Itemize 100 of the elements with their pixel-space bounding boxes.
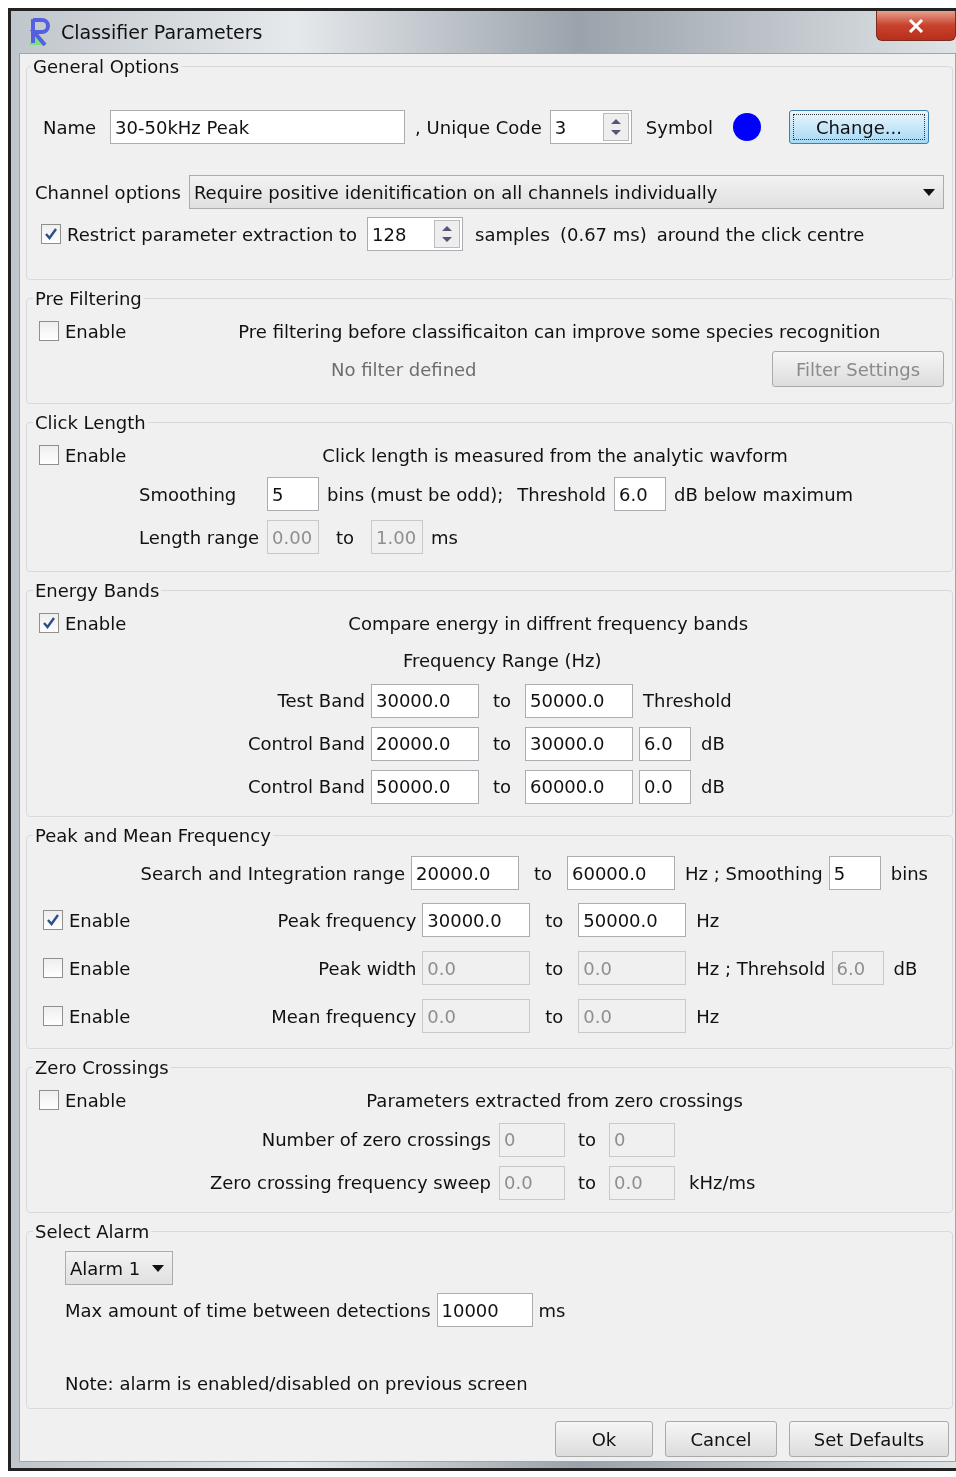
- field-label: bins (must be odd);: [327, 483, 504, 505]
- description-text: Compare energy in diffrent frequency bands: [348, 612, 749, 634]
- row-label: Search and Integration range: [139, 862, 405, 884]
- enable-checkbox[interactable]: Enable: [39, 444, 127, 466]
- field-label: samples: [475, 223, 550, 245]
- row-label: Number of zero crossings: [260, 1129, 491, 1150]
- text-field[interactable]: 20000.0: [371, 726, 479, 761]
- unit-label: Hz ; Smoothing: [685, 862, 823, 884]
- alarm-dropdown[interactable]: Alarm 1: [65, 1251, 173, 1285]
- enable-checkbox[interactable]: Enable: [39, 612, 127, 634]
- enable-checkbox[interactable]: Enable: [43, 957, 131, 979]
- field-label: Length range: [139, 526, 259, 548]
- dialog-button[interactable]: Cancel: [665, 1421, 777, 1457]
- checkbox[interactable]: [39, 613, 59, 633]
- field-label: to: [491, 776, 513, 797]
- checkbox[interactable]: [43, 958, 63, 978]
- field-label: (0.67 ms): [559, 223, 647, 245]
- unit-label: ms: [538, 1299, 566, 1321]
- checkbox[interactable]: [39, 445, 59, 465]
- spinner-field[interactable]: 3: [549, 110, 632, 144]
- checkbox[interactable]: [43, 910, 63, 930]
- text-field[interactable]: 5: [267, 477, 319, 511]
- field-label: to: [334, 526, 356, 548]
- field-label: Max amount of time between detections: [65, 1299, 431, 1321]
- row-label: Peak width: [317, 957, 417, 979]
- field-label: Symbol: [645, 116, 713, 138]
- unit-label: Hz: [696, 909, 720, 931]
- spinner-arrows-icon[interactable]: [434, 220, 461, 248]
- dialog-button[interactable]: Set Defaults: [789, 1421, 949, 1457]
- text-field[interactable]: 6.0: [613, 477, 666, 511]
- spinner-field[interactable]: 128: [367, 217, 464, 251]
- text-field[interactable]: 0.0: [639, 769, 691, 804]
- section-title: Pre Filtering: [34, 288, 143, 309]
- field-label: , Unique Code: [415, 116, 542, 138]
- text-field[interactable]: 50000.0: [578, 903, 687, 937]
- field-label: to: [532, 862, 554, 884]
- text-field[interactable]: 6.0: [639, 726, 691, 761]
- window-title: Classifier Parameters: [61, 21, 263, 43]
- row-label: Test Band: [276, 690, 365, 711]
- checkbox[interactable]: [43, 1006, 63, 1026]
- enable-checkbox[interactable]: Enable: [43, 909, 131, 931]
- row-label: Zero crossing frequency sweep: [208, 1172, 491, 1193]
- text-field[interactable]: 20000.0: [411, 856, 519, 890]
- description-text: Click length is measured from the analytic wavform: [322, 444, 788, 466]
- enable-checkbox[interactable]: Enable: [39, 320, 127, 342]
- unit-label: dB: [701, 776, 725, 797]
- dialog-button[interactable]: Ok: [555, 1421, 653, 1457]
- unit-label: dB: [701, 733, 725, 754]
- text-field[interactable]: 5: [828, 856, 881, 890]
- section-title: Select Alarm: [34, 1221, 151, 1242]
- row-label: Peak frequency: [276, 909, 417, 931]
- section-title: Zero Crossings: [34, 1057, 170, 1078]
- status-text: No filter defined: [331, 358, 477, 380]
- unit-label: dB: [893, 957, 918, 979]
- enable-checkbox[interactable]: Restrict parameter extraction to: [41, 223, 358, 245]
- section-title: Energy Bands: [34, 580, 161, 601]
- checkbox[interactable]: [39, 1090, 59, 1110]
- unit-label: Hz ; Threhsold: [696, 957, 826, 979]
- field-label: around the click centre: [656, 223, 865, 245]
- row-label: Control Band: [247, 776, 365, 797]
- note-text: Note: alarm is enabled/disabled on previous screen: [65, 1372, 528, 1394]
- text-field[interactable]: 50000.0: [525, 683, 633, 718]
- unit-label: ms: [431, 526, 458, 548]
- text-field[interactable]: 60000.0: [525, 769, 633, 804]
- caret-icon: [923, 188, 935, 196]
- channel-dropdown[interactable]: Require positive idenitification on all channels individually: [188, 175, 944, 209]
- section-title: General Options: [32, 56, 181, 77]
- field-label: dB below maximum: [673, 483, 854, 505]
- description-text: Pre filtering before classificaiton can improve some species recognition: [238, 320, 881, 342]
- text-field[interactable]: 30000.0: [525, 726, 633, 761]
- field-label: to: [544, 1005, 565, 1027]
- text-field[interactable]: 60000.0: [567, 856, 675, 890]
- name-field[interactable]: 30-50kHz Peak: [110, 110, 406, 144]
- checkbox[interactable]: [41, 224, 61, 244]
- symbol-dot: [732, 113, 761, 141]
- enable-checkbox[interactable]: Enable: [39, 1089, 127, 1111]
- text-field[interactable]: 50000.0: [371, 769, 479, 804]
- row-label: Control Band: [247, 733, 365, 754]
- unit-label: Hz: [696, 1005, 720, 1027]
- text-field[interactable]: 30000.0: [422, 903, 531, 937]
- field-label: to: [491, 733, 513, 754]
- close-button[interactable]: [876, 11, 956, 41]
- field-label: to: [576, 1172, 598, 1193]
- spinner-arrows-icon[interactable]: [602, 113, 629, 141]
- text-field[interactable]: 10000: [436, 1293, 533, 1327]
- field-label: Name: [43, 116, 97, 138]
- change-button[interactable]: Change...: [788, 110, 929, 144]
- field-label: to: [544, 957, 565, 979]
- field-label: to: [544, 909, 565, 931]
- field-label: Threshold: [517, 483, 606, 505]
- close-icon: [908, 18, 924, 33]
- field-label: Channel options: [35, 181, 181, 203]
- unit-label: bins: [890, 862, 928, 884]
- field-label: to: [576, 1129, 598, 1150]
- row-label: Mean frequency: [270, 1005, 417, 1027]
- caret-icon: [152, 1264, 164, 1272]
- enable-checkbox[interactable]: Enable: [43, 1005, 131, 1027]
- text-field[interactable]: 30000.0: [371, 683, 479, 718]
- checkbox[interactable]: [39, 321, 59, 341]
- field-label: to: [491, 690, 513, 711]
